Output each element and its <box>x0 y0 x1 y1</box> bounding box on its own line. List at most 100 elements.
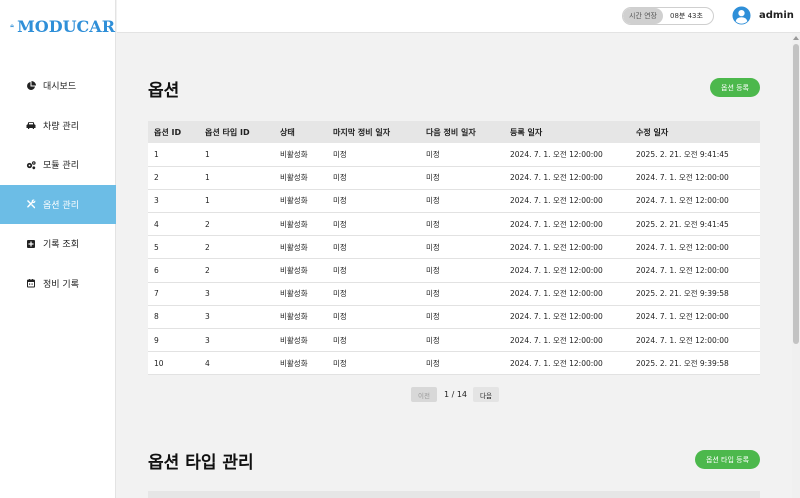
user-avatar-icon <box>732 6 751 25</box>
options-table-body: 1 1 비활성화 미정 미정 2024. 7. 1. 오전 12:00:00 2025. 2… <box>148 143 760 375</box>
table-row[interactable]: 7 3 비활성화 미정 미정 2024. 7. 1. 오전 12:00:00 2025. 2… <box>148 282 760 306</box>
table-row[interactable]: 5 2 비활성화 미정 미정 2024. 7. 1. 오전 12:00:00 2024. 7… <box>148 235 760 259</box>
table-cell: 2024. 7. 1. 오전 12:00:00 <box>636 312 729 322</box>
table-cell: 미정 <box>426 242 440 252</box>
scrollbar-thumb[interactable] <box>793 44 799 344</box>
car-logo-icon <box>10 24 14 28</box>
table-cell: 2025. 2. 21. 오전 9:41:45 <box>636 219 729 229</box>
logo[interactable]: MODUCAR <box>0 0 115 52</box>
car-icon <box>26 120 36 130</box>
table-cell: 2024. 7. 1. 오전 12:00:00 <box>510 335 603 345</box>
table-cell: 비활성화 <box>280 312 308 322</box>
top-header: 시간 연장 08분 43초 admin <box>117 0 800 33</box>
table-row[interactable]: 2 1 비활성화 미정 미정 2024. 7. 1. 오전 12:00:00 2024. 7… <box>148 166 760 190</box>
table-cell: 2024. 7. 1. 오전 12:00:00 <box>510 242 603 252</box>
logo-text: MODUCAR <box>17 16 115 36</box>
sidebar-item-label: 기록 조회 <box>43 240 79 251</box>
table-cell: 미정 <box>426 173 440 183</box>
table-cell: 2024. 7. 1. 오전 12:00:00 <box>636 266 729 276</box>
username: admin <box>759 10 794 21</box>
column-header[interactable]: 수정 일자 <box>630 121 760 143</box>
page-scrollbar[interactable] <box>792 33 800 498</box>
scroll-up-arrow-icon[interactable] <box>793 36 799 40</box>
table-cell: 1 <box>205 196 210 206</box>
table-cell: 2025. 2. 21. 오전 9:39:58 <box>636 289 729 299</box>
session-timer: 시간 연장 08분 43초 <box>622 7 714 25</box>
table-row[interactable]: 6 2 비활성화 미정 미정 2024. 7. 1. 오전 12:00:00 2024. 7… <box>148 258 760 283</box>
table-cell: 미정 <box>426 289 440 299</box>
table-cell: 비활성화 <box>280 196 308 206</box>
register-option-type-button[interactable]: 옵션 타입 등록 <box>695 450 760 469</box>
extend-time-button[interactable]: 시간 연장 <box>623 8 663 24</box>
table-cell: 비활성화 <box>280 242 308 252</box>
pagination: 이전 1 / 14 다음 <box>411 387 499 402</box>
table-cell: 비활성화 <box>280 173 308 183</box>
table-cell: 8 <box>154 312 159 322</box>
table-cell: 6 <box>154 266 159 276</box>
column-header[interactable]: 상태 <box>274 121 327 143</box>
sidebar: MODUCAR 대시보드 차량 관리 모듈 관리 옵션 관리 기록 조회 정비 … <box>0 0 116 498</box>
table-cell: 미정 <box>333 196 347 206</box>
sidebar-item-options[interactable]: 옵션 관리 <box>0 184 116 224</box>
sidebar-item-label: 옵션 관리 <box>43 200 79 211</box>
time-remaining: 08분 43초 <box>670 12 703 20</box>
table-cell: 비활성화 <box>280 335 308 345</box>
table-cell: 10 <box>154 358 164 368</box>
option-types-title: 옵션 타입 관리 <box>148 453 254 473</box>
table-cell: 2024. 7. 1. 오전 12:00:00 <box>510 173 603 183</box>
table-cell: 2024. 7. 1. 오전 12:00:00 <box>636 242 729 252</box>
table-cell: 2024. 7. 1. 오전 12:00:00 <box>636 196 729 206</box>
table-cell: 미정 <box>333 358 347 368</box>
table-cell: 2024. 7. 1. 오전 12:00:00 <box>510 289 603 299</box>
table-cell: 2024. 7. 1. 오전 12:00:00 <box>510 219 603 229</box>
table-row[interactable]: 1 1 비활성화 미정 미정 2024. 7. 1. 오전 12:00:00 2025. 2… <box>148 143 760 167</box>
table-cell: 2 <box>154 173 159 183</box>
table-cell: 2 <box>205 219 210 229</box>
table-cell: 3 <box>154 196 159 206</box>
table-cell: 5 <box>154 242 159 252</box>
table-cell: 2024. 7. 1. 오전 12:00:00 <box>510 196 603 206</box>
table-cell: 2024. 7. 1. 오전 12:00:00 <box>636 173 729 183</box>
table-cell: 미정 <box>426 358 440 368</box>
calendar-icon <box>26 278 36 288</box>
table-cell: 비활성화 <box>280 358 308 368</box>
column-header[interactable]: 옵션 ID <box>148 121 199 143</box>
sidebar-item-records[interactable]: 기록 조회 <box>0 224 116 264</box>
sidebar-item-maintenance[interactable]: 정비 기록 <box>0 264 116 304</box>
option-types-table-header <box>148 491 760 498</box>
tools-icon <box>26 199 36 209</box>
table-row[interactable]: 4 2 비활성화 미정 미정 2024. 7. 1. 오전 12:00:00 2025. 2… <box>148 212 760 236</box>
sidebar-item-vehicles[interactable]: 차량 관리 <box>0 106 116 146</box>
column-header[interactable]: 마지막 정비 일자 <box>327 121 420 143</box>
table-cell: 2024. 7. 1. 오전 12:00:00 <box>510 312 603 322</box>
table-cell: 3 <box>205 312 210 322</box>
prev-page-button[interactable]: 이전 <box>411 387 437 402</box>
sidebar-item-label: 차량 관리 <box>43 121 79 132</box>
next-page-button[interactable]: 다음 <box>473 387 499 402</box>
options-title: 옵션 <box>148 81 180 101</box>
column-header[interactable]: 다음 정비 일자 <box>420 121 504 143</box>
table-cell: 미정 <box>333 173 347 183</box>
sidebar-item-dashboard[interactable]: 대시보드 <box>0 66 116 106</box>
user-menu[interactable]: admin <box>732 6 794 25</box>
table-row[interactable]: 9 3 비활성화 미정 미정 2024. 7. 1. 오전 12:00:00 2024. 7… <box>148 328 760 352</box>
sidebar-item-modules[interactable]: 모듈 관리 <box>0 145 116 185</box>
table-cell: 비활성화 <box>280 289 308 299</box>
table-cell: 비활성화 <box>280 149 308 159</box>
table-cell: 미정 <box>333 149 347 159</box>
table-cell: 미정 <box>333 312 347 322</box>
table-cell: 4 <box>205 358 210 368</box>
register-option-button[interactable]: 옵션 등록 <box>710 78 760 97</box>
table-cell: 미정 <box>426 219 440 229</box>
table-cell: 미정 <box>333 266 347 276</box>
table-row[interactable]: 8 3 비활성화 미정 미정 2024. 7. 1. 오전 12:00:00 2024. 7… <box>148 305 760 329</box>
column-header[interactable]: 옵션 타입 ID <box>199 121 274 143</box>
table-row[interactable]: 3 1 비활성화 미정 미정 2024. 7. 1. 오전 12:00:00 2024. 7… <box>148 189 760 213</box>
sidebar-item-label: 모듈 관리 <box>43 161 79 172</box>
sidebar-nav: 대시보드 차량 관리 모듈 관리 옵션 관리 기록 조회 정비 기록 <box>0 66 116 303</box>
table-cell: 3 <box>205 289 210 299</box>
table-cell: 미정 <box>333 289 347 299</box>
table-row[interactable]: 10 4 비활성화 미정 미정 2024. 7. 1. 오전 12:00:00 2025. … <box>148 351 760 375</box>
table-cell: 3 <box>205 335 210 345</box>
column-header[interactable]: 등록 일자 <box>504 121 630 143</box>
